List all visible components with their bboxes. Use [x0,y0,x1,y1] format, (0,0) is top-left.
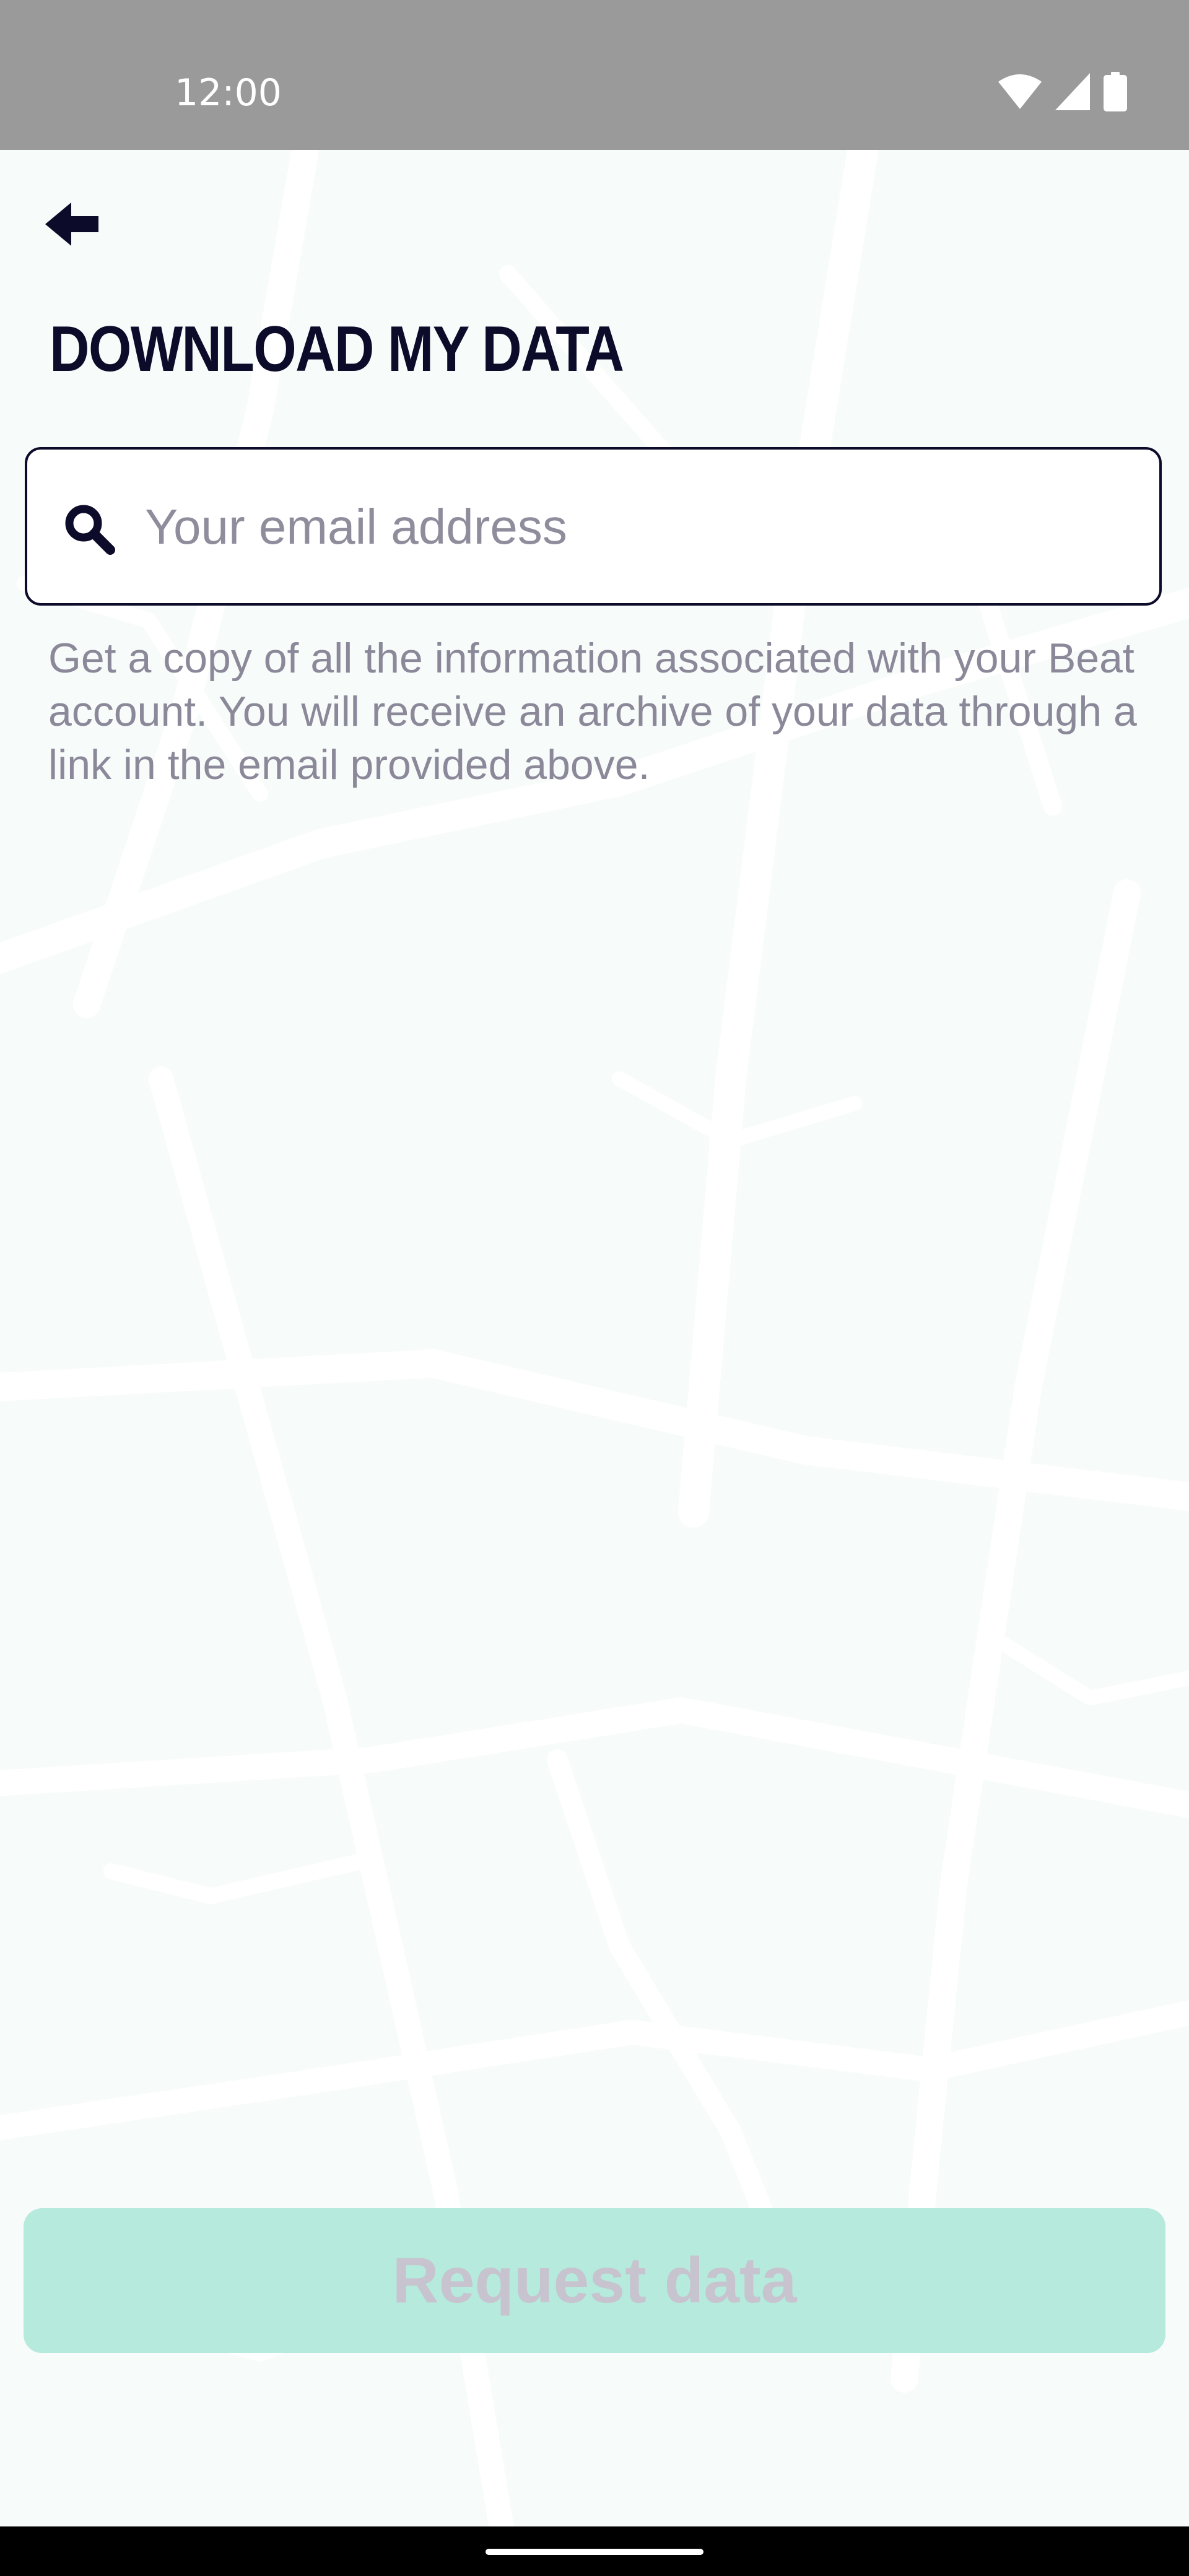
request-data-button[interactable]: Request data [24,2208,1165,2353]
wifi-icon [998,73,1042,110]
navigation-bar [0,2526,1189,2576]
battery-icon [1104,72,1127,111]
arrow-left-icon [45,202,98,246]
search-icon [65,505,115,555]
home-indicator[interactable] [486,2549,703,2555]
cell-signal-icon [1055,73,1090,110]
main-content: DOWNLOAD MY DATA Get a copy of all the i… [0,150,1189,2526]
email-input[interactable] [145,487,1123,567]
description-text: Get a copy of all the information associ… [48,635,1137,788]
status-bar: 12:00 [0,0,1189,150]
status-icons [998,69,1127,114]
back-button[interactable] [35,187,109,261]
status-time: 12:00 [175,71,282,115]
email-field[interactable] [25,447,1162,606]
page-title: DOWNLOAD MY DATA [50,313,624,385]
